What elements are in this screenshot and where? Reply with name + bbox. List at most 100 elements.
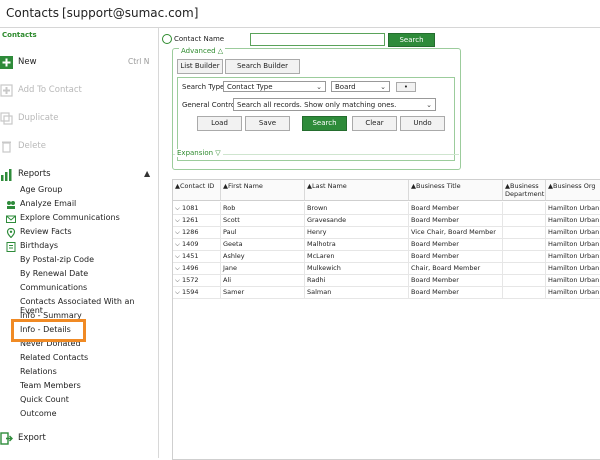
col-header-first-name[interactable]: ▲First Name xyxy=(221,180,305,201)
cell-text: Chair, Board Member xyxy=(411,264,481,272)
general-control-select[interactable]: Search all records. Show only matching o… xyxy=(233,98,436,111)
duplicate-button[interactable]: Duplicate xyxy=(0,109,158,129)
cell-text: 1286 xyxy=(182,228,199,236)
expand-row-icon[interactable]: ⌵ xyxy=(175,288,182,296)
cell-text: Brown xyxy=(307,204,328,212)
table-cell xyxy=(503,250,546,262)
collapse-icon[interactable] xyxy=(162,34,172,44)
board-select[interactable]: Board ⌄ xyxy=(331,81,390,92)
cell-text: Board Member xyxy=(411,204,459,212)
top-search-button[interactable]: Search xyxy=(388,33,435,47)
table-cell: Vice Chair, Board Member xyxy=(409,226,503,238)
table-cell: Ali xyxy=(221,274,305,286)
list-builder-button[interactable]: List Builder xyxy=(177,59,223,74)
col-header-contact-id[interactable]: ▲Contact ID xyxy=(173,180,221,201)
search-builder-button[interactable]: Search Builder xyxy=(225,59,300,74)
save-button[interactable]: Save xyxy=(245,116,290,131)
expand-row-icon[interactable]: ⌵ xyxy=(175,276,182,284)
export-icon xyxy=(0,432,13,445)
report-quick-count[interactable]: Quick Count xyxy=(20,395,69,404)
col-header-label: Last Name xyxy=(312,182,347,190)
cell-text: 1594 xyxy=(182,288,199,296)
board-value: Board xyxy=(335,83,356,91)
undo-button[interactable]: Undo xyxy=(400,116,445,131)
load-button[interactable]: Load xyxy=(197,116,242,131)
search-type-label: Search Type: xyxy=(182,83,227,91)
expand-row-icon[interactable]: ⌵ xyxy=(175,252,182,260)
table-cell: Scott xyxy=(221,214,305,226)
table-cell: Jane xyxy=(221,262,305,274)
report-communications[interactable]: Communications xyxy=(20,283,87,292)
report-explore-communications[interactable]: Explore Communications xyxy=(20,213,120,222)
table-cell: Board Member xyxy=(409,238,503,250)
dropdown-small-button[interactable]: • xyxy=(396,82,416,92)
reports-section[interactable]: Reports ▲ xyxy=(0,165,158,185)
chevron-down-icon: ⌄ xyxy=(380,83,386,91)
export-button[interactable]: Export xyxy=(0,429,158,449)
sidebar-heading: Contacts xyxy=(2,31,37,39)
search-type-select[interactable]: Contact Type ⌄ xyxy=(223,81,326,92)
report-by-postal-zip-code[interactable]: By Postal-zip Code xyxy=(20,255,94,264)
table-cell xyxy=(503,262,546,274)
expand-row-icon[interactable]: ⌵ xyxy=(175,204,182,212)
review-facts-icon xyxy=(6,242,16,252)
table-cell: ⌵ 1081 xyxy=(173,202,221,214)
col-header-last-name[interactable]: ▲Last Name xyxy=(305,180,409,201)
report-related-contacts[interactable]: Related Contacts xyxy=(20,353,88,362)
cell-text: Hamilton Urban xyxy=(548,216,600,224)
table-row[interactable]: ⌵ 1594 Samer Salman Board Member Hamilton Ur… xyxy=(173,286,600,299)
cell-text: Geeta xyxy=(223,240,243,248)
chevron-up-icon[interactable]: ▲ xyxy=(144,169,150,178)
clear-button[interactable]: Clear xyxy=(352,116,397,131)
cell-text: Hamilton Urban xyxy=(548,288,600,296)
cell-text: Hamilton Urban xyxy=(548,204,600,212)
table-cell: Hamilton Urban xyxy=(546,226,600,238)
table-cell xyxy=(503,202,546,214)
col-header-business-title[interactable]: ▲Business Title xyxy=(409,180,503,201)
expand-row-icon[interactable]: ⌵ xyxy=(175,216,182,224)
report-team-members[interactable]: Team Members xyxy=(20,381,81,390)
report-relations[interactable]: Relations xyxy=(20,367,57,376)
delete-button[interactable]: Delete xyxy=(0,137,158,157)
add-to-contact-button[interactable]: Add To Contact xyxy=(0,81,158,101)
cell-text: Ali xyxy=(223,276,232,284)
cell-text: Paul xyxy=(223,228,237,236)
table-cell: Hamilton Urban xyxy=(546,274,600,286)
cell-text: Board Member xyxy=(411,216,459,224)
table-cell: Board Member xyxy=(409,274,503,286)
col-header-business-department[interactable]: ▲Business Department xyxy=(503,180,546,201)
cell-text: Scott xyxy=(223,216,240,224)
new-button[interactable]: New Ctrl N xyxy=(0,53,158,73)
contact-name-input[interactable] xyxy=(250,33,385,46)
cell-text: Hamilton Urban xyxy=(548,228,600,236)
expand-row-icon[interactable]: ⌵ xyxy=(175,264,182,272)
col-header-label: Business Title xyxy=(416,182,461,190)
export-label: Export xyxy=(18,433,46,443)
report-review-facts[interactable]: Review Facts xyxy=(20,227,72,236)
table-cell xyxy=(503,214,546,226)
col-header-label: Business Department xyxy=(505,182,545,198)
expand-row-icon[interactable]: ⌵ xyxy=(175,228,182,236)
cell-text: Hamilton Urban xyxy=(548,252,600,260)
advanced-toggle[interactable]: Advanced △ xyxy=(179,47,226,55)
expansion-toggle[interactable]: Expansion ▽ xyxy=(175,149,223,157)
search-button[interactable]: Search xyxy=(302,116,347,131)
table-cell: Hamilton Urban xyxy=(546,286,600,298)
cell-text: Rob xyxy=(223,204,236,212)
table-cell: Hamilton Urban xyxy=(546,250,600,262)
report-by-renewal-date[interactable]: By Renewal Date xyxy=(20,269,88,278)
table-cell: ⌵ 1261 xyxy=(173,214,221,226)
report-outcome[interactable]: Outcome xyxy=(20,409,57,418)
cell-text: 1572 xyxy=(182,276,199,284)
report-analyze-email[interactable]: Analyze Email xyxy=(20,199,76,208)
table-cell: Gravesande xyxy=(305,214,409,226)
table-cell: Hamilton Urban xyxy=(546,214,600,226)
cell-text: Salman xyxy=(307,288,332,296)
col-header-business-org[interactable]: ▲Business Org xyxy=(546,180,600,201)
report-birthdays[interactable]: Birthdays xyxy=(20,241,58,250)
report-age-group[interactable]: Age Group xyxy=(20,185,62,194)
table-cell: ⌵ 1451 xyxy=(173,250,221,262)
expand-row-icon[interactable]: ⌵ xyxy=(175,240,182,248)
table-cell xyxy=(503,226,546,238)
reports-label: Reports xyxy=(18,169,51,179)
